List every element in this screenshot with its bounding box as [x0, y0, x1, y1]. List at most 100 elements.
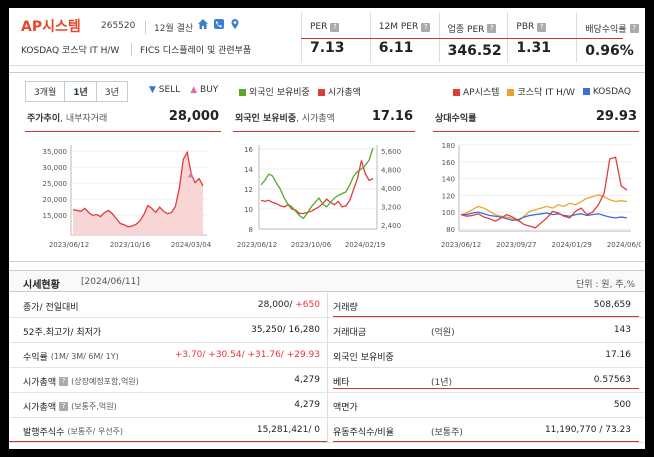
help-icon[interactable]: ?: [330, 22, 340, 32]
row-value: 4,279: [294, 375, 320, 385]
help-icon[interactable]: ?: [487, 24, 497, 33]
table-unit: 단위 : 원, 주,%: [575, 280, 635, 290]
company-header: AP시스템 265520 12월 결산 KOSDAQ 코스닥 IT H/W FI…: [9, 8, 645, 66]
metric-12m-per: 12M PER? 6.11: [369, 12, 439, 62]
tab-3m[interactable]: 3개월: [25, 81, 66, 102]
legend-foreign: 외국인 보유비중 시가총액: [239, 85, 361, 98]
row-label-sub: (상장예정포함,억원): [71, 377, 139, 386]
legend-label: 외국인 보유비중: [249, 88, 310, 98]
legend-item-kosdaq[interactable]: KOSDAQ: [582, 86, 631, 97]
table-row: 52주.최고가/ 최저가 35,250/ 16,280 거래대금 (억원) 143: [9, 318, 645, 343]
sell-label: SELL: [158, 85, 181, 95]
legend-item-foreign[interactable]: 외국인 보유비중: [239, 85, 310, 98]
help-icon[interactable]: ?: [421, 22, 431, 32]
period-tabs: 3개월 1년 3년: [25, 81, 128, 102]
panel-value: 28,000: [168, 109, 219, 124]
annotation-underline: [233, 131, 415, 132]
legend-item-sector[interactable]: 코스닥 IT H/W: [507, 85, 575, 98]
relative-chart-panel: 상대수익률 29.93 180 160 140 120 100 80 2023/06/12 2…: [431, 109, 641, 257]
legend-item-ap[interactable]: AP시스템: [453, 85, 499, 98]
home-icon[interactable]: [197, 18, 209, 30]
chart-section: 3개월 1년 3년 ▼ SELL ▲ BUY 외국인 보유비중 시가총액 AP시…: [9, 72, 645, 262]
y-tick-label: 120: [442, 192, 455, 200]
price-chart[interactable]: 35,000 30,000 25,000 20,000 15,000 ▲ 2023/06/1…: [23, 135, 223, 257]
ap-return-line: [460, 156, 628, 229]
metric-sector-per: 업종 PER? 346.52: [438, 12, 508, 62]
metric-label: 업종 PER: [447, 25, 485, 35]
foreign-chart[interactable]: 16 14 12 10 8 5,600 4,800 4,000 3,200 2,400 2023/0…: [231, 135, 417, 257]
market-sector: KOSDAQ 코스닥 IT H/W: [21, 46, 120, 56]
column-divider: [327, 368, 328, 393]
location-icon[interactable]: [229, 18, 241, 30]
metric-value: 346.52: [447, 43, 502, 59]
buy-label: BUY: [200, 85, 219, 95]
row-value-text: 15,281,421/ 0: [256, 425, 320, 435]
y-tick-label: 14: [244, 166, 253, 174]
row-label-text: 발행주식수: [23, 428, 65, 438]
annotation-underline: [301, 38, 623, 39]
help-icon[interactable]: ?: [59, 377, 69, 386]
marketcap-line: [260, 160, 374, 215]
row-value: 35,250/ 16,280: [251, 325, 320, 335]
table-row: 종가/ 전일대비 28,000/ +650 거래량 508,659: [9, 293, 645, 318]
help-icon[interactable]: ?: [537, 22, 547, 32]
metric-value: 7.13: [310, 40, 345, 56]
row-label-text: 종가/ 전일대비: [23, 303, 79, 313]
row-value-right: 17.16: [605, 350, 631, 360]
legend-label: 코스닥 IT H/W: [517, 88, 575, 98]
row-label: 종가/ 전일대비: [23, 300, 82, 313]
metric-label: 12M PER: [378, 22, 419, 32]
table-row: 수익률 (1M/ 3M/ 6M/ 1Y) +3.70/ +30.54/ +31.76…: [9, 343, 645, 368]
row-label: 시가총액? (보통주,억원): [23, 400, 117, 413]
row-value-text: 35,250/ 16,280: [251, 325, 320, 335]
y-tick-label: 5,600: [381, 148, 401, 156]
tab-1y[interactable]: 1년: [64, 81, 97, 102]
relative-chart[interactable]: 180 160 140 120 100 80 2023/06/12 2023/09/27 202…: [431, 135, 641, 257]
row-value-text: 4,279: [294, 375, 320, 385]
legend-swatch: [453, 89, 460, 96]
help-icon[interactable]: ?: [59, 402, 69, 411]
table-date: [2024/06/11]: [81, 277, 140, 287]
y-tick-label: 2,400: [381, 222, 401, 230]
y-tick-label: 15,000: [43, 212, 68, 220]
foreign-chart-panel: 외국인 보유비중, 시가총액 17.16 16 14 12 10 8 5,600 4,800…: [231, 109, 417, 257]
row-label-right: 거래량: [333, 303, 358, 313]
tab-3y[interactable]: 3년: [95, 81, 128, 102]
panel-title-main: 상대수익률: [435, 114, 477, 124]
row-value-right: 11,190,770 / 73.23: [544, 425, 631, 435]
phone-icon[interactable]: [213, 18, 225, 30]
buy-marker[interactable]: ▲ BUY: [190, 85, 218, 95]
panel-title-sub: , 내부자거래: [60, 114, 108, 124]
y-tick-label: 20,000: [43, 196, 68, 204]
help-icon[interactable]: ?: [629, 24, 639, 33]
annotation-underline: [25, 131, 221, 132]
row-value: 28,000/ +650: [258, 300, 320, 310]
legend-label: AP시스템: [463, 88, 500, 98]
column-divider: [327, 418, 328, 443]
panel-title: 외국인 보유비중, 시가총액: [235, 111, 335, 124]
sell-marker[interactable]: ▼ SELL: [149, 85, 180, 95]
panel-title-main: 외국인 보유비중: [235, 114, 297, 124]
x-tick-label: 2023/10/16: [110, 241, 151, 249]
row-value-right: 500: [613, 400, 631, 410]
column-divider: [327, 318, 328, 343]
panel-title-main: 주가추이: [27, 114, 61, 124]
panel-title: 상대수익률: [435, 111, 476, 124]
legend-swatch: [317, 89, 325, 96]
row-label-sub: (1M/ 3M/ 6M/ 1Y): [50, 352, 119, 361]
metric-value: 6.11: [378, 40, 414, 56]
panel-value: 29.93: [595, 109, 637, 124]
legend-label: KOSDAQ: [592, 86, 631, 97]
y-tick-label: 160: [442, 159, 455, 167]
metric-dividend-yield: 배당수익률? 0.96%: [576, 12, 645, 62]
x-tick-label: 2023/09/27: [496, 241, 536, 249]
column-divider: [327, 293, 328, 318]
table-row: 시가총액? (상장예정포함,억원) 4,279 베타 (1년) 0.57563: [9, 368, 645, 393]
legend-item-marketcap[interactable]: 시가총액: [317, 85, 361, 98]
row-label-right: 베타: [333, 378, 350, 388]
y-tick-label: 10: [244, 206, 253, 214]
row-label-text: 52주.최고가/ 최저가: [23, 328, 102, 338]
header-icons: [197, 18, 241, 30]
metric-pbr: PBR? 1.31: [507, 12, 576, 62]
legend-relative: AP시스템 코스닥 IT H/W KOSDAQ: [453, 85, 631, 98]
